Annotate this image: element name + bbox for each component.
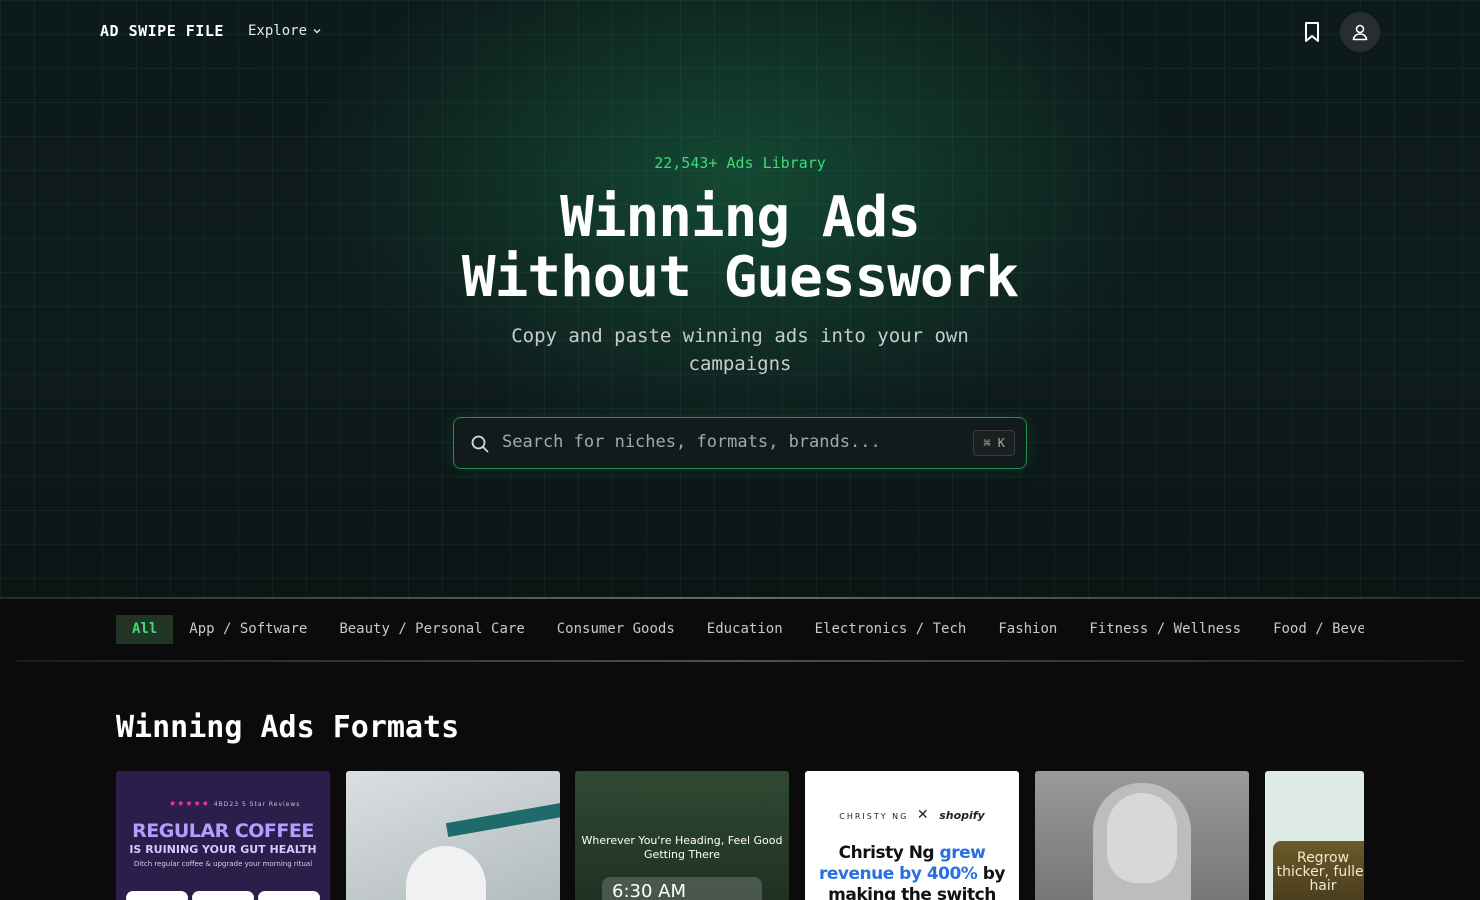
tab-consumer-goods[interactable]: Consumer Goods [541, 615, 691, 644]
ad-card-hair[interactable]: Regrow thicker, fuller hair [1265, 771, 1364, 900]
ad-cards-row: ★★★★★ 4BD23 5 Star Reviews REGULAR COFFEE… [116, 771, 1364, 900]
tab-food-beverage[interactable]: Food / Beverage [1257, 615, 1364, 644]
user-icon [1352, 24, 1368, 41]
brand-separator: ✕ [916, 807, 931, 823]
headline-line-1: Winning Ads [560, 185, 921, 250]
user-avatar-button[interactable] [1340, 12, 1380, 52]
headline-part-1: Christy Ng [838, 843, 940, 863]
explore-menu-button[interactable]: Explore [248, 23, 322, 39]
shopify-logo: shopify [939, 809, 985, 822]
hero-subline: Copy and paste winning ads into your own… [511, 325, 969, 375]
portrait-face [1107, 793, 1177, 883]
ad-card-coffee[interactable]: ★★★★★ 4BD23 5 Star Reviews REGULAR COFFEE… [116, 771, 330, 900]
ad-image-shape [406, 846, 486, 900]
ad-card-lab[interactable] [346, 771, 560, 900]
reviews-count: 4BD23 5 Star Reviews [213, 801, 301, 808]
ad-caption: Ditch regular coffee & upgrade your morn… [133, 860, 313, 868]
divider [0, 597, 1480, 599]
bookmark-icon[interactable] [1302, 21, 1322, 43]
ads-count-kicker: 22,543+ Ads Library [654, 154, 826, 172]
rating-stars-glyphs: ★★★★★ [169, 799, 210, 808]
keyboard-shortcut-badge: ⌘ K [973, 430, 1015, 456]
category-tabs: All App / Software Beauty / Personal Car… [116, 615, 1364, 645]
ad-title: REGULAR COFFEE [132, 820, 314, 842]
rating-stars: ★★★★★ 4BD23 5 Star Reviews [169, 799, 300, 808]
ad-headline: Christy Ng grew revenue by 400% by makin… [805, 843, 1019, 900]
tab-education[interactable]: Education [691, 615, 799, 644]
ad-headline: Wherever You're Heading, Feel Good Getti… [581, 834, 783, 861]
ad-card-portrait[interactable] [1035, 771, 1249, 900]
benefit-pill [192, 891, 254, 900]
chevron-down-icon [313, 29, 321, 34]
page-headline: Winning Ads Without Guesswork [0, 188, 1480, 308]
ad-clock: 6:30 AM [602, 877, 762, 900]
search-bar[interactable]: Search for niches, formats, brands... ⌘ … [453, 417, 1027, 469]
ad-card-morning[interactable]: Wherever You're Heading, Feel Good Getti… [575, 771, 789, 900]
hero-section: AD SWIPE FILE Explore 22,543+ Ads Librar… [0, 0, 1480, 598]
benefit-pill [126, 891, 188, 900]
ad-headline: Regrow thicker, fuller hair [1276, 850, 1364, 894]
explore-label: Explore [248, 23, 308, 39]
tab-beauty-personal-care[interactable]: Beauty / Personal Care [323, 615, 540, 644]
ad-brand-line: CHRISTY NG ✕ shopify [805, 807, 1019, 823]
tab-fitness-wellness[interactable]: Fitness / Wellness [1073, 615, 1257, 644]
headline-line-2: Without Guesswork [461, 245, 1019, 310]
ad-subtitle: IS RUINING YOUR GUT HEALTH [129, 843, 317, 856]
tab-all[interactable]: All [116, 615, 174, 644]
ad-image-shape [445, 798, 560, 838]
ad-card-shopify[interactable]: CHRISTY NG ✕ shopify Christy Ng grew rev… [805, 771, 1019, 900]
tab-app-software[interactable]: App / Software [173, 615, 323, 644]
search-icon [471, 435, 489, 453]
search-input[interactable]: Search for niches, formats, brands... [502, 432, 881, 452]
brand-left: CHRISTY NG [839, 812, 909, 821]
divider [16, 660, 1464, 662]
section-title: Winning Ads Formats [116, 710, 460, 745]
top-nav: AD SWIPE FILE Explore [0, 0, 1480, 64]
tab-electronics-tech[interactable]: Electronics / Tech [799, 615, 983, 644]
benefit-pill [258, 891, 320, 900]
logo[interactable]: AD SWIPE FILE [100, 22, 224, 40]
tab-fashion[interactable]: Fashion [982, 615, 1073, 644]
